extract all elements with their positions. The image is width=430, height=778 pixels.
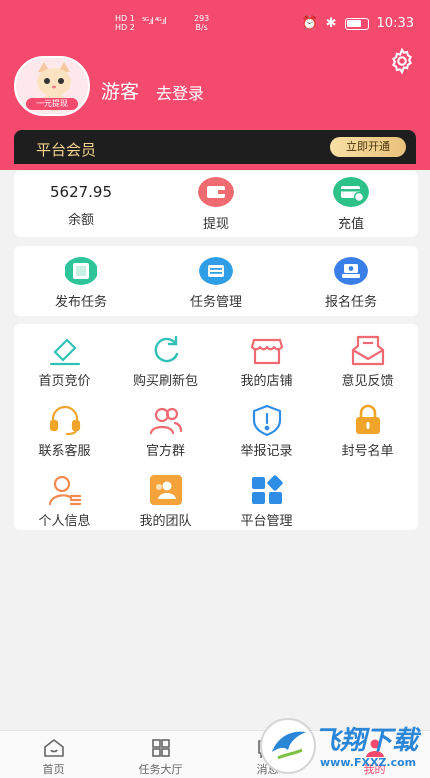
watermark-bird-icon <box>260 718 316 774</box>
menu-label: 意见反馈 <box>341 374 394 389</box>
menu-label: 我的团队 <box>139 514 192 529</box>
vip-open-button[interactable]: 立即开通 <box>330 137 406 157</box>
publish-task-label: 发布任务 <box>54 295 107 310</box>
home-icon <box>43 739 64 757</box>
settings-gear-icon[interactable] <box>388 47 416 75</box>
signal-icon: ⁵ᴳ.ıl ⁴ᴳ.ıl <box>142 17 167 27</box>
menu-item-home-bid[interactable]: 首页竞价 <box>14 326 115 394</box>
menu-label: 联系客服 <box>38 444 91 459</box>
vip-title: 平台会员 <box>36 141 97 159</box>
watermark-url: www.FXXZ.com <box>320 756 417 769</box>
tab-task-hall[interactable]: 任务大厅 <box>107 731 214 778</box>
username: 游客 <box>101 81 140 103</box>
feedback-icon <box>351 335 384 366</box>
speed-unit: B/s <box>195 23 208 32</box>
menu-item-buy-refresh[interactable]: 购买刷新包 <box>115 326 216 394</box>
recharge-label: 充值 <box>337 217 364 232</box>
refresh-icon <box>154 335 178 363</box>
team-icon <box>149 475 182 505</box>
wallet-card: 5627.95 余额 提现 充值 <box>14 171 418 237</box>
avatar-tag: 一元提现 <box>26 98 78 110</box>
tab-label: 任务大厅 <box>138 763 183 776</box>
avatar[interactable]: 一元提现 <box>14 56 90 116</box>
signup-task-label: 报名任务 <box>324 295 377 310</box>
recharge-button[interactable]: 充值 <box>284 171 418 237</box>
menu-label: 官方群 <box>145 444 185 459</box>
tab-home[interactable]: 首页 <box>0 731 107 778</box>
menu-label: 个人信息 <box>38 514 91 529</box>
publish-task-button[interactable]: 发布任务 <box>14 246 148 316</box>
grid-icon <box>151 739 170 757</box>
balance-value: 5627.95 <box>49 183 113 201</box>
network-speed: 293 B/s <box>194 14 209 32</box>
lock-icon <box>355 404 380 434</box>
menu-label: 举报记录 <box>240 444 293 459</box>
shield-icon <box>252 404 281 436</box>
battery-icon <box>344 17 369 30</box>
task-manage-button[interactable]: 任务管理 <box>149 246 283 316</box>
task-manage-label: 任务管理 <box>189 295 242 310</box>
task-manage-icon <box>199 257 233 285</box>
menu-item-feedback[interactable]: 意见反馈 <box>317 326 418 394</box>
status-bar: HD 1 HD 2 ⁵ᴳ.ıl ⁴ᴳ.ıl 293 B/s ⏰ ✱ 10:33 <box>0 0 430 44</box>
clock: 10:33 <box>376 16 414 31</box>
shop-icon <box>250 338 283 365</box>
menu-item-my-shop[interactable]: 我的店铺 <box>216 326 317 394</box>
watermark-logo: 飞翔下载 www.FXXZ.com <box>258 714 430 778</box>
balance-item[interactable]: 5627.95 余额 <box>14 171 148 237</box>
withdraw-button[interactable]: 提现 <box>149 171 283 237</box>
balance-label: 余额 <box>67 213 94 228</box>
menu-label: 购买刷新包 <box>132 374 198 389</box>
menu-label: 我的店铺 <box>240 374 293 389</box>
alarm-icon: ⏰ <box>301 16 318 31</box>
group-icon <box>149 407 182 435</box>
recharge-card-icon <box>333 177 369 207</box>
menu-label: 首页竞价 <box>38 374 91 389</box>
tab-label: 首页 <box>42 763 65 776</box>
headset-icon <box>49 405 80 436</box>
hammer-icon <box>49 338 80 366</box>
menu-item-my-team[interactable]: 我的团队 <box>115 466 216 534</box>
vip-banner[interactable]: 平台会员 立即开通 <box>14 130 416 164</box>
menu-label: 平台管理 <box>240 514 293 529</box>
platform-manage-icon <box>251 475 283 504</box>
task-card: 发布任务 任务管理 报名任务 <box>14 246 418 316</box>
menu-item-ban-list[interactable]: 封号名单 <box>317 396 418 464</box>
signup-task-icon <box>334 257 368 285</box>
menu-item-personal-info[interactable]: 个人信息 <box>14 466 115 534</box>
login-link[interactable]: 去登录 <box>156 80 204 104</box>
menu-item-platform-manage[interactable]: 平台管理 <box>216 466 317 534</box>
signup-task-button[interactable]: 报名任务 <box>284 246 418 316</box>
menu-item-report-records[interactable]: 举报记录 <box>216 396 317 464</box>
publish-task-icon <box>65 257 97 285</box>
speed-value: 293 <box>194 14 210 23</box>
wallet-withdraw-icon <box>198 177 234 207</box>
person-icon <box>48 475 81 506</box>
menu-grid: 首页竞价 购买刷新包 我的店铺 意见反馈 联系客服 官方群 举报记录 封号名单 … <box>14 324 418 530</box>
menu-label: 封号名单 <box>341 444 394 459</box>
withdraw-label: 提现 <box>202 217 229 232</box>
menu-item-official-group[interactable]: 官方群 <box>115 396 216 464</box>
network-indicator: HD 1 HD 2 <box>115 14 135 32</box>
watermark-text: 飞翔下载 <box>314 726 419 756</box>
menu-item-contact-service[interactable]: 联系客服 <box>14 396 115 464</box>
bluetooth-icon: ✱ <box>325 16 337 31</box>
